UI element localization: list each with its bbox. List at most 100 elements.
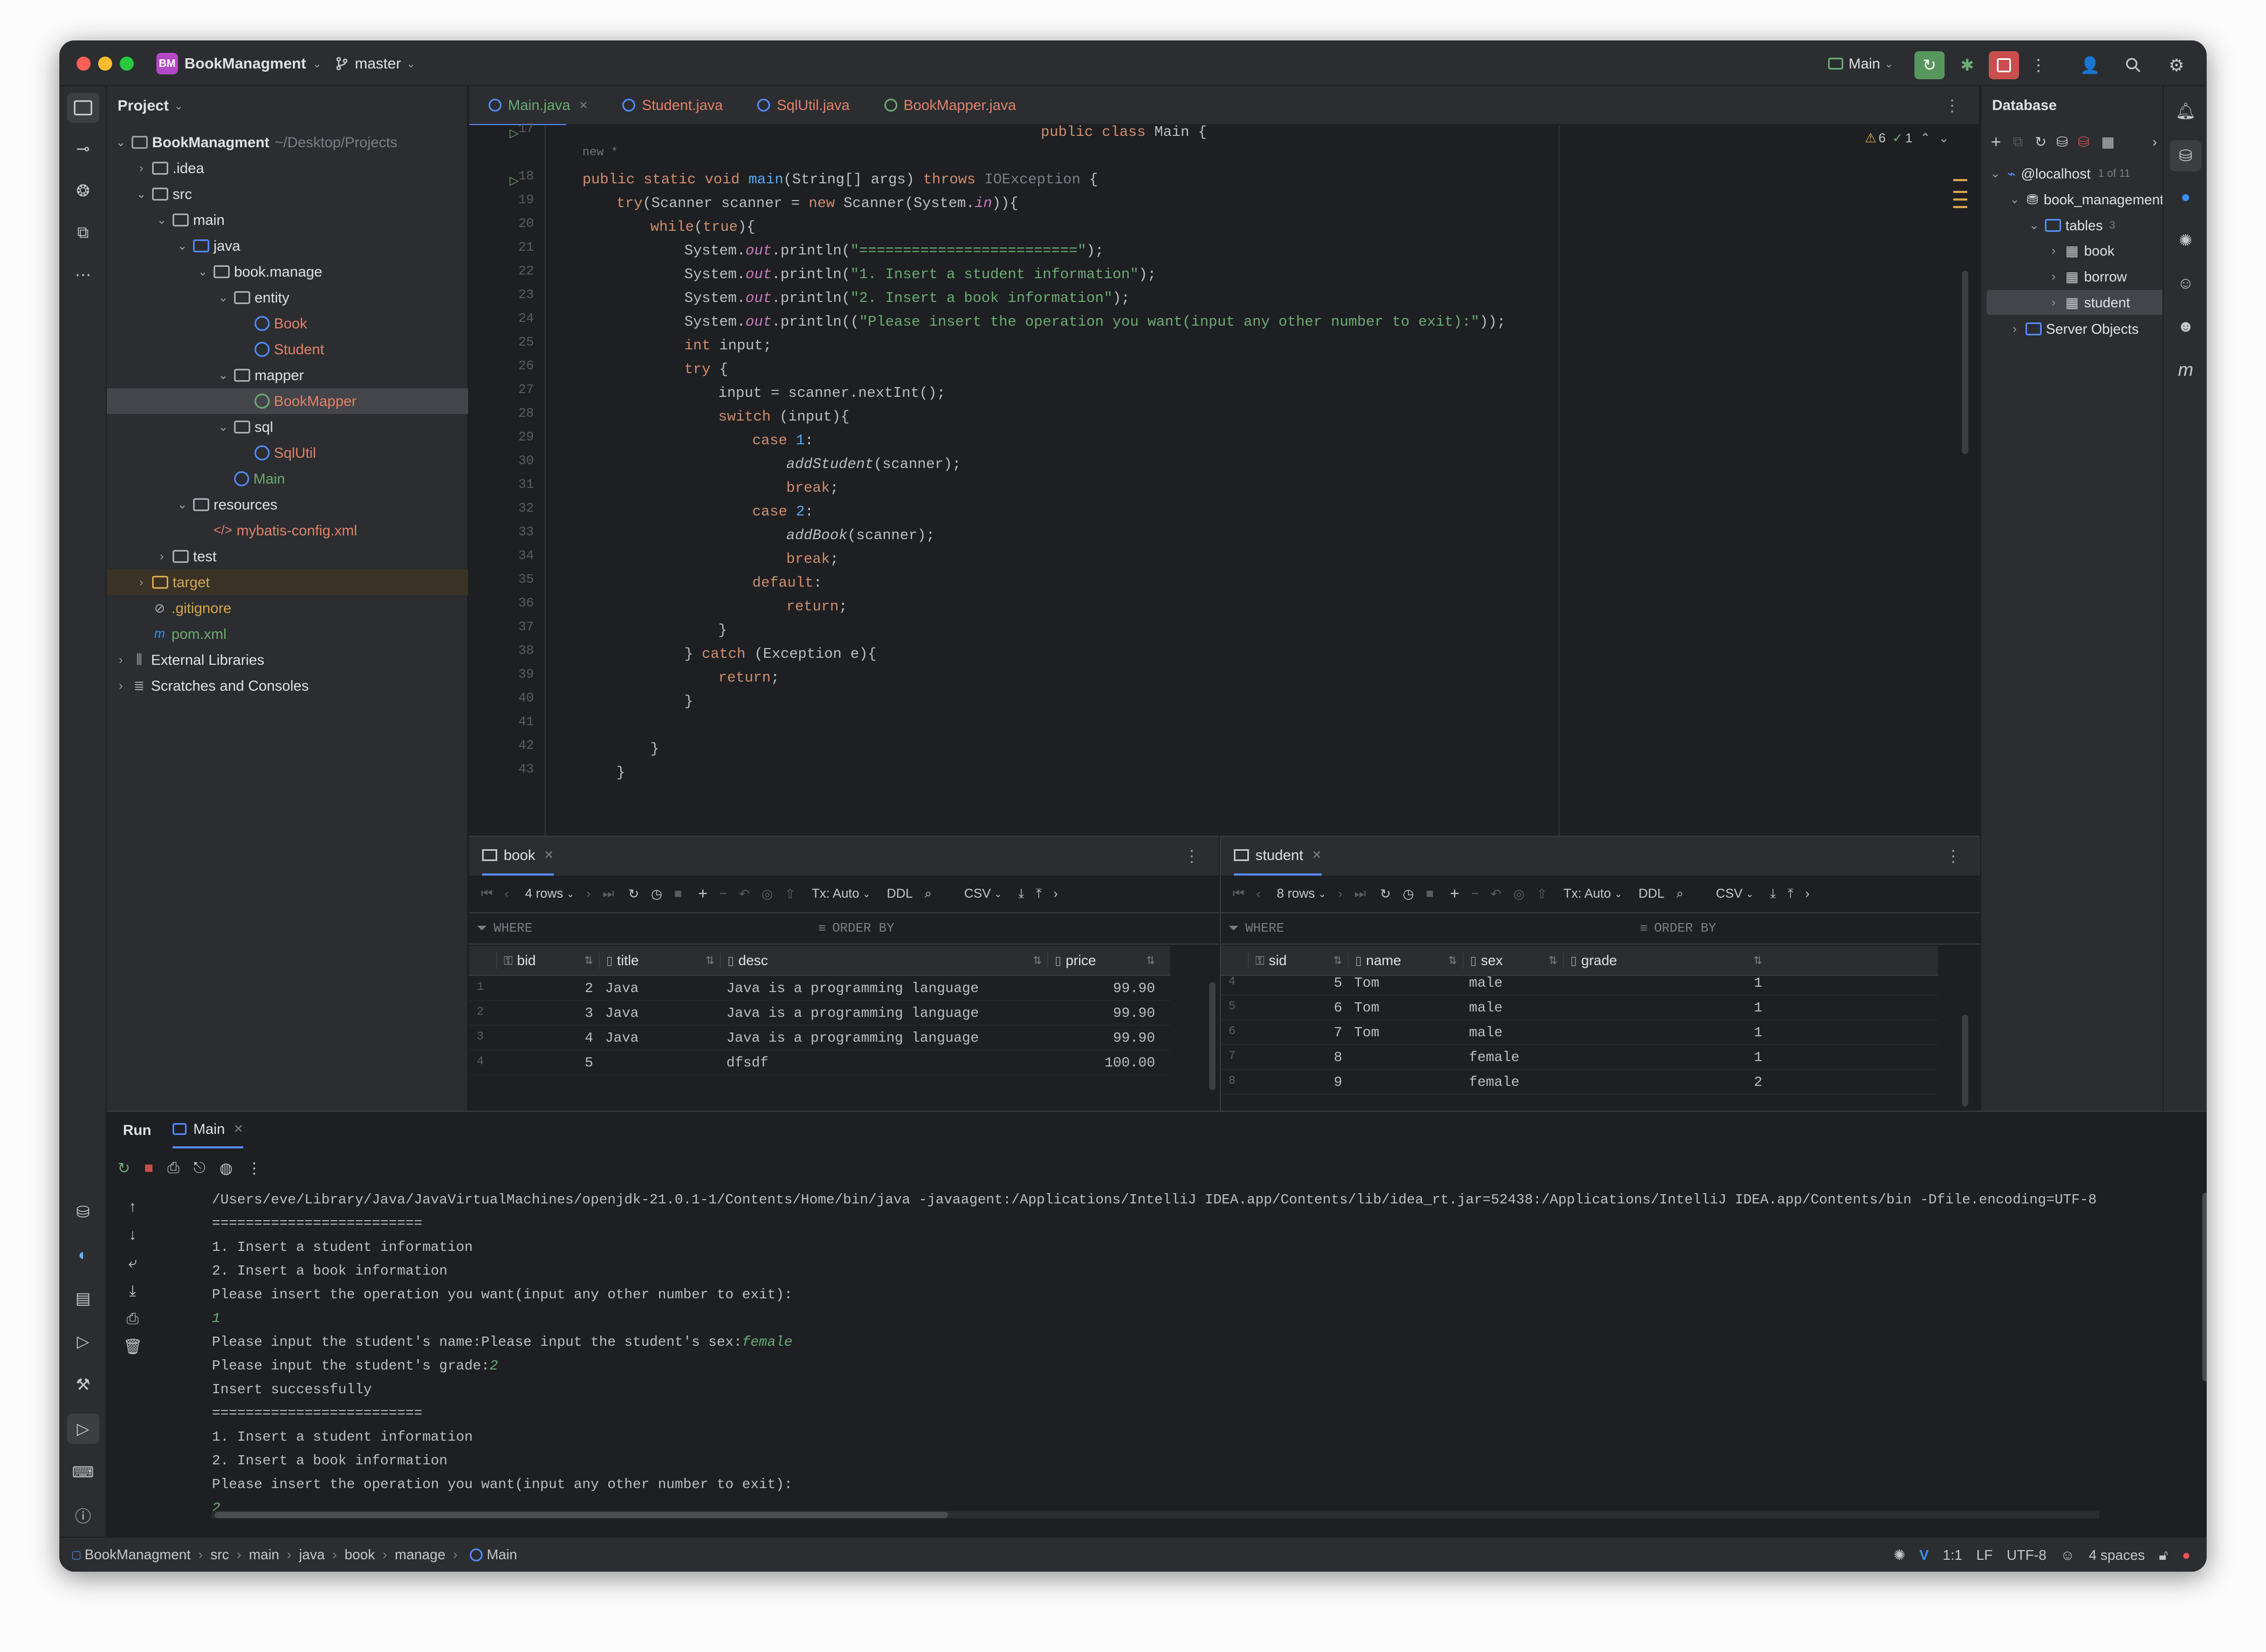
table-cell[interactable]: male [1462, 1024, 1563, 1041]
column-header-sid[interactable]: ⚿ sid ⇅ [1248, 952, 1348, 969]
chevron-right-icon[interactable]: › [135, 161, 148, 175]
breadcrumb-item[interactable]: java [299, 1546, 325, 1563]
tree-item[interactable]: ⌄ BookManagment ~/Desktop/Projects [107, 129, 468, 155]
book-tab[interactable]: book ✕ [482, 837, 554, 876]
table-cell[interactable]: Java is a programming language [720, 1030, 1047, 1046]
breadcrumb-item[interactable]: src [210, 1546, 229, 1563]
csv-selector[interactable]: CSV [1716, 886, 1742, 901]
table-cell[interactable]: dfsdf [720, 1055, 1047, 1071]
first-page-icon[interactable]: ⏮ [1233, 886, 1245, 901]
ai-assistant-icon[interactable]: ✺ [2171, 226, 2200, 254]
close-icon[interactable]: ✕ [234, 1122, 243, 1136]
student-tab[interactable]: student ✕ [1234, 837, 1322, 876]
ai-status-icon[interactable]: ✺ [1893, 1547, 1905, 1564]
tree-item[interactable]: Student [107, 336, 468, 362]
sort-icon[interactable]: ⇅ [1033, 954, 1042, 967]
history-icon[interactable]: ◷ [651, 886, 662, 902]
tree-item[interactable]: › ≣ Scratches and Consoles [107, 673, 468, 699]
breadcrumb-item[interactable]: Main [487, 1546, 517, 1563]
chevron-right-icon[interactable]: › [114, 653, 127, 667]
camera-icon[interactable]: ⎙ [167, 1159, 179, 1177]
grid-scrollbar[interactable] [1209, 982, 1216, 1090]
sort-icon[interactable]: ⇅ [1146, 954, 1155, 967]
close-window-button[interactable] [77, 57, 91, 71]
table-cell[interactable]: 1 [1563, 1000, 1768, 1016]
chevron-right-icon[interactable]: › [1054, 886, 1058, 901]
rerun-button[interactable]: ↻ [1914, 51, 1945, 79]
db-properties-icon[interactable]: ⛁ [2056, 134, 2068, 150]
stop-icon[interactable]: ■ [674, 886, 682, 901]
problems-icon[interactable]: ⓘ [67, 1500, 99, 1530]
table-row[interactable]: 2 3 Java Java is a programming language 99.9… [469, 1001, 1170, 1025]
table-row[interactable]: 8 9 female 2 [1221, 1070, 1938, 1095]
student-options-button[interactable]: ⋮ [1942, 844, 1964, 868]
copy-icon[interactable]: ⧉ [2013, 133, 2023, 150]
table-row[interactable]: 4 5 dfsdf 100.00 [469, 1050, 1170, 1075]
order-by-filter[interactable]: ORDER BY [832, 921, 894, 936]
table-cell[interactable]: 9 [1248, 1074, 1348, 1090]
chevron-down-icon[interactable]: ⌄ [155, 213, 168, 227]
sort-icon[interactable]: ⇅ [1753, 954, 1762, 967]
tree-item[interactable]: › .idea [107, 155, 468, 181]
project-switcher[interactable]: BM BookManagment ⌄ [156, 50, 321, 77]
chevron-down-icon[interactable]: ⌄ [1938, 130, 1949, 146]
copilot-status-icon[interactable]: ☺ [2061, 1547, 2075, 1564]
error-indicator-icon[interactable]: ● [2182, 1547, 2191, 1564]
table-cell[interactable]: Java [599, 1030, 720, 1046]
upload-icon[interactable]: ⤒ [1788, 886, 1794, 901]
table-view-icon[interactable]: ▦ [2102, 134, 2115, 150]
book-options-button[interactable]: ⋮ [1181, 844, 1203, 868]
grid-scrollbar[interactable] [1962, 1015, 1968, 1106]
zoom-window-button[interactable] [120, 57, 134, 71]
tree-item[interactable]: ⌄ book.manage [107, 259, 468, 285]
table-cell[interactable]: Tom [1348, 975, 1462, 991]
tree-item[interactable]: m pom.xml [107, 621, 468, 647]
database-tool-icon[interactable]: ⛁ [67, 1197, 99, 1227]
column-header-name[interactable]: ▯ name ⇅ [1348, 952, 1462, 969]
table-row[interactable]: 4 5 Tom male 1 [1221, 970, 1938, 995]
chat-icon[interactable]: ● [2171, 183, 2200, 211]
tree-item[interactable]: Book [107, 311, 468, 336]
database-tool-icon[interactable]: ⛁ [2170, 140, 2201, 171]
chevron-down-icon[interactable]: ⌄ [176, 239, 189, 253]
chevron-right-icon[interactable]: › [1805, 886, 1810, 901]
download-icon[interactable]: ⤓ [1018, 886, 1024, 901]
editor-scrollbar[interactable] [1962, 271, 1968, 454]
tree-item[interactable]: ⊘ .gitignore [107, 595, 468, 621]
first-page-icon[interactable]: ⏮ [481, 886, 493, 901]
console-horizontal-scrollbar[interactable] [215, 1512, 948, 1518]
chevron-down-icon[interactable]: ⌄ [217, 420, 230, 434]
table-cell[interactable]: male [1462, 975, 1563, 991]
history-icon[interactable]: ◷ [1403, 886, 1414, 902]
ddl-button[interactable]: DDL [1638, 886, 1664, 901]
terminal-icon[interactable]: ⌨ [67, 1457, 99, 1487]
remove-row-icon[interactable]: − [719, 886, 727, 901]
column-header-desc[interactable]: ▯ desc ⇅ [720, 952, 1047, 969]
minimize-window-button[interactable] [98, 57, 112, 71]
tree-item[interactable]: ⌄ sql [107, 414, 468, 440]
table-cell[interactable]: 99.90 [1047, 1005, 1161, 1021]
stop-icon[interactable]: ■ [144, 1159, 153, 1176]
close-icon[interactable]: ✕ [544, 848, 554, 862]
revert-icon[interactable]: ↶ [739, 886, 750, 902]
console-vertical-scrollbar[interactable] [2202, 1193, 2207, 1381]
table-cell[interactable]: 6 [1248, 1000, 1348, 1016]
table-cell[interactable]: 3 [496, 1005, 599, 1021]
breadcrumb-item[interactable]: BookManagment [85, 1546, 191, 1563]
table-cell[interactable]: 7 [1248, 1024, 1348, 1041]
table-cell[interactable]: 5 [496, 1055, 599, 1071]
build-hammer-icon[interactable]: ⚒ [67, 1369, 99, 1400]
maven-icon[interactable]: m [2171, 356, 2200, 384]
table-cell[interactable]: 5 [1248, 975, 1348, 991]
tree-item[interactable]: ⌄ src [107, 181, 468, 207]
tree-item[interactable]: ⌄ main [107, 207, 468, 233]
db-tree-host[interactable]: ⌄ ⌁ @localhost 1 of 11 [1989, 161, 2131, 187]
table-row[interactable]: 6 7 Tom male 1 [1221, 1020, 1938, 1045]
stop-icon[interactable]: ■ [1426, 886, 1434, 901]
structure-icon[interactable]: ⧉ [67, 218, 99, 248]
preview-icon[interactable]: ◎ [761, 886, 773, 902]
csv-selector[interactable]: CSV [964, 886, 991, 901]
breadcrumb-item[interactable]: book [345, 1546, 375, 1563]
tab-student-java[interactable]: Student.java [603, 86, 738, 125]
remove-row-icon[interactable]: − [1471, 886, 1479, 901]
